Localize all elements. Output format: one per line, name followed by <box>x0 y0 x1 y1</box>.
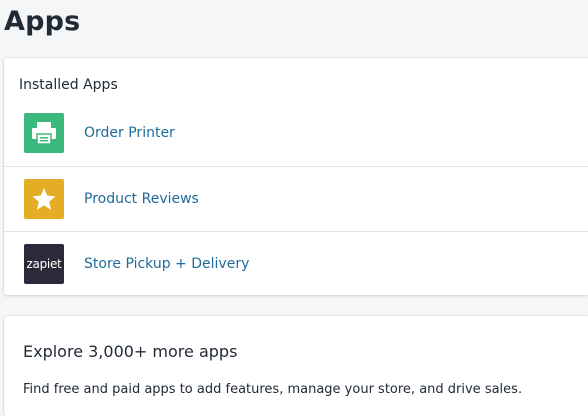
explore-apps-card: Explore 3,000+ more apps Find free and p… <box>4 316 588 416</box>
app-name-product-reviews[interactable]: Product Reviews <box>84 191 199 207</box>
installed-apps-card: Installed Apps Order Printer Product Rev… <box>4 58 588 295</box>
app-row-product-reviews[interactable]: Product Reviews <box>4 166 588 231</box>
printer-icon <box>24 113 64 153</box>
explore-description: Find free and paid apps to add features,… <box>23 382 523 397</box>
app-row-store-pickup-delivery[interactable]: zapiet Store Pickup + Delivery <box>4 231 588 296</box>
star-icon <box>24 179 64 219</box>
explore-heading: Explore 3,000+ more apps <box>23 342 238 361</box>
app-name-store-pickup-delivery[interactable]: Store Pickup + Delivery <box>84 256 249 272</box>
page-title: Apps <box>4 6 81 37</box>
installed-apps-heading: Installed Apps <box>19 77 118 93</box>
zapiet-logo-text: zapiet <box>26 257 62 271</box>
zapiet-logo-icon: zapiet <box>24 244 64 284</box>
app-name-order-printer[interactable]: Order Printer <box>84 125 175 141</box>
app-row-order-printer[interactable]: Order Printer <box>4 101 588 165</box>
